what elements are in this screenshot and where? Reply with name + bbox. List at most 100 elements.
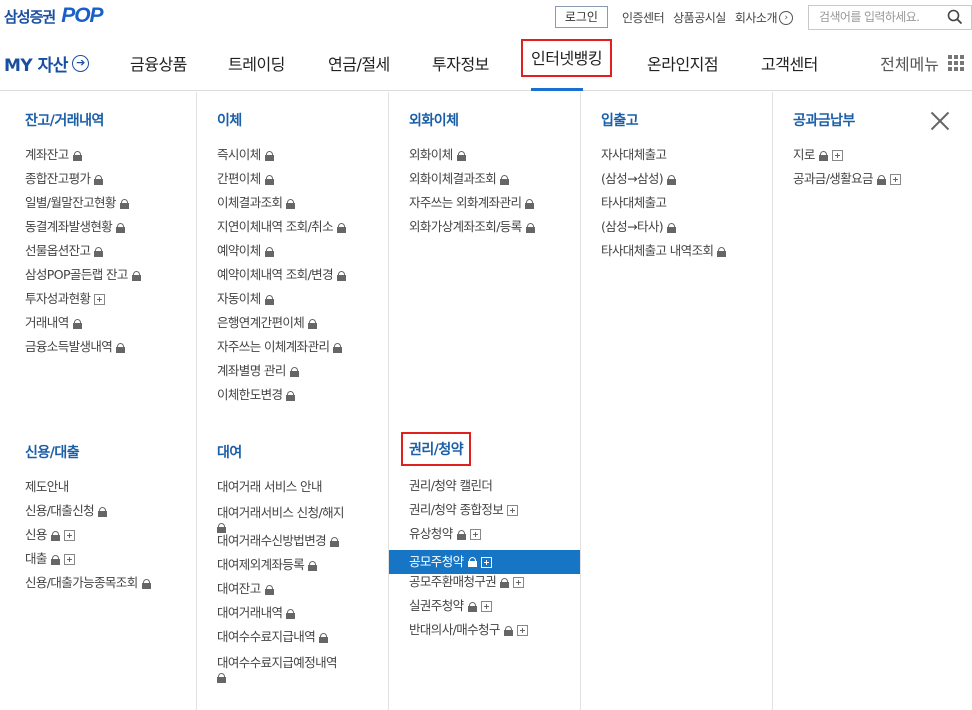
menu-item[interactable]: 대여거래 서비스 안내 [217, 479, 344, 503]
cert-center-link[interactable]: 인증센터 [622, 9, 665, 26]
menu-item[interactable]: 예약이체내역 조회/변경 [217, 267, 346, 291]
menu-item[interactable]: 은행연계간편이체 [217, 315, 346, 339]
menu-item[interactable]: (삼성→타사) [601, 219, 726, 243]
search-icon[interactable] [947, 9, 963, 25]
expand-plus-icon[interactable] [831, 150, 843, 161]
expand-plus-icon[interactable] [513, 577, 525, 588]
gnb-customer-center[interactable]: 고객센터 [761, 51, 818, 75]
lock-icon [467, 602, 477, 612]
gnb-pension-tax[interactable]: 연금/절세 [328, 51, 390, 75]
active-tab-underline [531, 88, 583, 91]
menu-item[interactable]: 종합잔고평가 [25, 171, 141, 195]
menu-item[interactable]: 제도안내 [25, 479, 151, 503]
menu-item[interactable]: 자주쓰는 이체계좌관리 [217, 339, 346, 363]
gnb-financial-products[interactable]: 금융상품 [130, 51, 187, 75]
menu-item[interactable]: 간편이체 [217, 171, 346, 195]
menu-item[interactable]: 권리/청약 캘린더 [409, 478, 580, 502]
samsung-pop-logo[interactable]: 삼성증권 POP [4, 4, 104, 27]
gnb-online-branch[interactable]: 온라인지점 [647, 51, 719, 75]
menu-list: 외화이체 외화이체결과조회 자주쓰는 외화계좌관리 외화가상계좌조회/등록 [409, 147, 535, 243]
all-menu-label: 전체메뉴 [880, 55, 939, 74]
search-input[interactable] [819, 10, 947, 24]
menu-item-label: 반대의사/매수청구 [409, 622, 500, 637]
section-title[interactable]: 이체 [217, 110, 346, 130]
section-title[interactable]: 대여 [217, 442, 344, 462]
expand-plus-icon[interactable] [480, 601, 492, 612]
product-disclosure-link[interactable]: 상품공시실 [673, 9, 726, 26]
menu-item[interactable]: (삼성→삼성) [601, 171, 726, 195]
lock-icon [116, 343, 126, 353]
expand-plus-icon[interactable] [507, 505, 519, 516]
menu-item[interactable]: 거래내역 [25, 315, 141, 339]
menu-item[interactable]: 일별/월말잔고현황 [25, 195, 141, 219]
menu-item[interactable]: 이체결과조회 [217, 195, 346, 219]
menu-item[interactable]: 공과금/생활요금 [793, 171, 901, 195]
menu-item[interactable]: 대여거래서비스 신청/해지 [217, 503, 344, 533]
expand-plus-icon[interactable] [480, 556, 492, 568]
menu-item[interactable]: 투자성과현황 [25, 291, 141, 315]
menu-item[interactable]: 계좌별명 관리 [217, 363, 346, 387]
menu-item[interactable]: 동결계좌발생현황 [25, 219, 141, 243]
menu-item[interactable]: 실권주청약 [409, 598, 580, 622]
lock-icon [456, 151, 466, 161]
global-nav: MY 자산 ➔ 금융상품 트레이딩 연금/절세 투자정보 인터넷뱅킹 온라인지점… [0, 34, 972, 91]
close-icon[interactable] [930, 111, 950, 131]
menu-item[interactable]: 반대의사/매수청구 [409, 622, 580, 646]
section-title[interactable]: 공과금납부 [793, 110, 901, 130]
expand-plus-icon[interactable] [516, 625, 528, 636]
menu-item[interactable]: 타사대체출고 [601, 195, 726, 219]
menu-item[interactable]: 외화가상계좌조회/등록 [409, 219, 535, 243]
menu-item[interactable]: 대여수수료지급내역 [217, 629, 344, 653]
lock-icon [50, 531, 60, 541]
menu-item-label: 대여수수료지급내역 [217, 629, 316, 644]
menu-item[interactable]: 즉시이체 [217, 147, 346, 171]
menu-item[interactable]: 계좌잔고 [25, 147, 141, 171]
menu-item[interactable]: 자주쓰는 외화계좌관리 [409, 195, 535, 219]
menu-item[interactable]: 대여제외계좌등록 [217, 557, 344, 581]
menu-item[interactable]: 신용 [25, 527, 151, 551]
section-title[interactable]: 권리/청약 [401, 432, 472, 466]
menu-item[interactable]: 대여잔고 [217, 581, 344, 605]
menu-item[interactable]: 금융소득발생내역 [25, 339, 141, 363]
menu-item[interactable]: 삼성POP골든랩 잔고 [25, 267, 141, 291]
menu-item[interactable]: 대여거래내역 [217, 605, 344, 629]
login-button[interactable]: 로그인 [554, 6, 608, 28]
gnb-internet-banking[interactable]: 인터넷뱅킹 [521, 39, 613, 77]
menu-item[interactable]: 대여수수료지급예정내역 [217, 653, 344, 683]
expand-plus-icon[interactable] [63, 554, 75, 565]
menu-item[interactable]: 외화이체 [409, 147, 535, 171]
expand-plus-icon[interactable] [94, 294, 106, 305]
menu-item[interactable]: 대출 [25, 551, 151, 575]
expand-plus-icon[interactable] [63, 530, 75, 541]
menu-item[interactable]: 자동이체 [217, 291, 346, 315]
section-title[interactable]: 외화이체 [409, 110, 535, 130]
section-title[interactable]: 잔고/거래내역 [25, 110, 141, 130]
gnb-trading[interactable]: 트레이딩 [228, 51, 285, 75]
menu-item[interactable]: 선물옵션잔고 [25, 243, 141, 267]
menu-item[interactable]: 신용/대출가능종목조회 [25, 575, 151, 599]
expand-plus-icon[interactable] [889, 174, 901, 185]
menu-list: 권리/청약 캘린더 권리/청약 종합정보 유상청약 공모주청약 공모주환매청구권 실권주청… [389, 478, 580, 646]
company-intro-link[interactable]: 회사소개 › [735, 9, 793, 26]
my-asset-link[interactable]: MY 자산 ➔ [4, 51, 89, 76]
menu-item[interactable]: 타사대체출고 내역조회 [601, 243, 727, 267]
menu-item[interactable]: 이체한도변경 [217, 387, 346, 411]
menu-item-selected[interactable]: 공모주청약 [389, 550, 580, 574]
section-title[interactable]: 입출고 [601, 110, 726, 130]
menu-item-label: 대여수수료지급예정내역 [217, 655, 338, 670]
menu-item[interactable]: 권리/청약 종합정보 [409, 502, 580, 526]
section-title[interactable]: 신용/대출 [25, 442, 151, 462]
menu-item[interactable]: 신용/대출신청 [25, 503, 151, 527]
menu-item[interactable]: 외화이체결과조회 [409, 171, 535, 195]
expand-plus-icon[interactable] [469, 529, 481, 540]
menu-item[interactable]: 대여거래수신방법변경 [217, 533, 344, 557]
lock-icon [286, 391, 296, 401]
menu-item[interactable]: 지로 [793, 147, 901, 171]
menu-item[interactable]: 지연이체내역 조회/취소 [217, 219, 346, 243]
menu-item[interactable]: 예약이체 [217, 243, 346, 267]
menu-item[interactable]: 공모주환매청구권 [409, 574, 580, 598]
menu-item[interactable]: 자사대체출고 [601, 147, 726, 171]
all-menu-button[interactable]: 전체메뉴 [880, 51, 964, 75]
menu-item[interactable]: 유상청약 [409, 526, 580, 550]
gnb-invest-info[interactable]: 투자정보 [432, 51, 489, 75]
